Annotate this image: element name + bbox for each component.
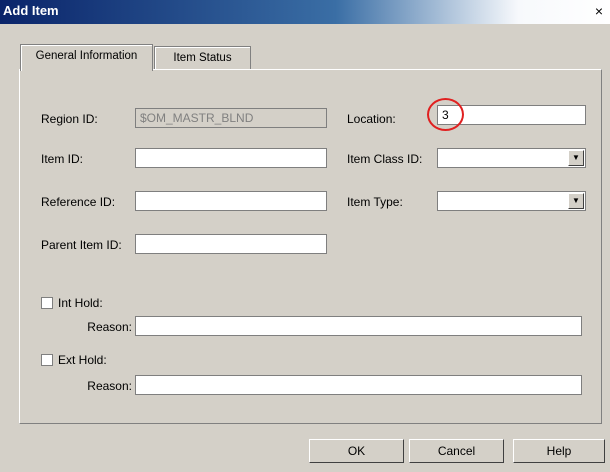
item-type-dropdown[interactable]: ▼ xyxy=(437,191,586,211)
ext-hold-label: Ext Hold: xyxy=(58,353,107,367)
help-button[interactable]: Help xyxy=(513,439,605,463)
tab-item-status[interactable]: Item Status xyxy=(154,46,251,71)
chevron-down-icon[interactable]: ▼ xyxy=(568,193,584,209)
window-title: Add Item xyxy=(3,3,59,18)
location-highlight-circle xyxy=(427,98,464,131)
chevron-down-icon[interactable]: ▼ xyxy=(568,150,584,166)
close-icon[interactable]: × xyxy=(590,3,608,20)
region-id-field xyxy=(135,108,327,128)
ext-hold-checkbox[interactable] xyxy=(41,354,53,366)
ext-hold-reason-field[interactable] xyxy=(135,375,582,395)
tab-general-information[interactable]: General Information xyxy=(20,44,153,71)
parent-item-id-label: Parent Item ID: xyxy=(41,238,122,252)
reference-id-label: Reference ID: xyxy=(41,195,116,209)
int-hold-label: Int Hold: xyxy=(58,296,103,310)
reference-id-field[interactable] xyxy=(135,191,327,211)
item-type-label: Item Type: xyxy=(347,195,403,209)
int-hold-checkbox[interactable] xyxy=(41,297,53,309)
int-hold-reason-label: Reason: xyxy=(87,320,132,334)
parent-item-id-field[interactable] xyxy=(135,234,327,254)
title-bar: Add Item × xyxy=(0,0,610,24)
int-hold-reason-field[interactable] xyxy=(135,316,582,336)
ok-button[interactable]: OK xyxy=(309,439,404,463)
ext-hold-reason-label: Reason: xyxy=(87,379,132,393)
item-id-field[interactable] xyxy=(135,148,327,168)
item-class-id-dropdown[interactable]: ▼ xyxy=(437,148,586,168)
item-id-label: Item ID: xyxy=(41,152,84,166)
add-item-dialog: Add Item × General Information Item Stat… xyxy=(0,0,610,472)
location-label: Location: xyxy=(347,112,396,126)
region-id-label: Region ID: xyxy=(41,112,98,126)
cancel-button[interactable]: Cancel xyxy=(409,439,504,463)
item-class-id-label: Item Class ID: xyxy=(347,152,423,166)
